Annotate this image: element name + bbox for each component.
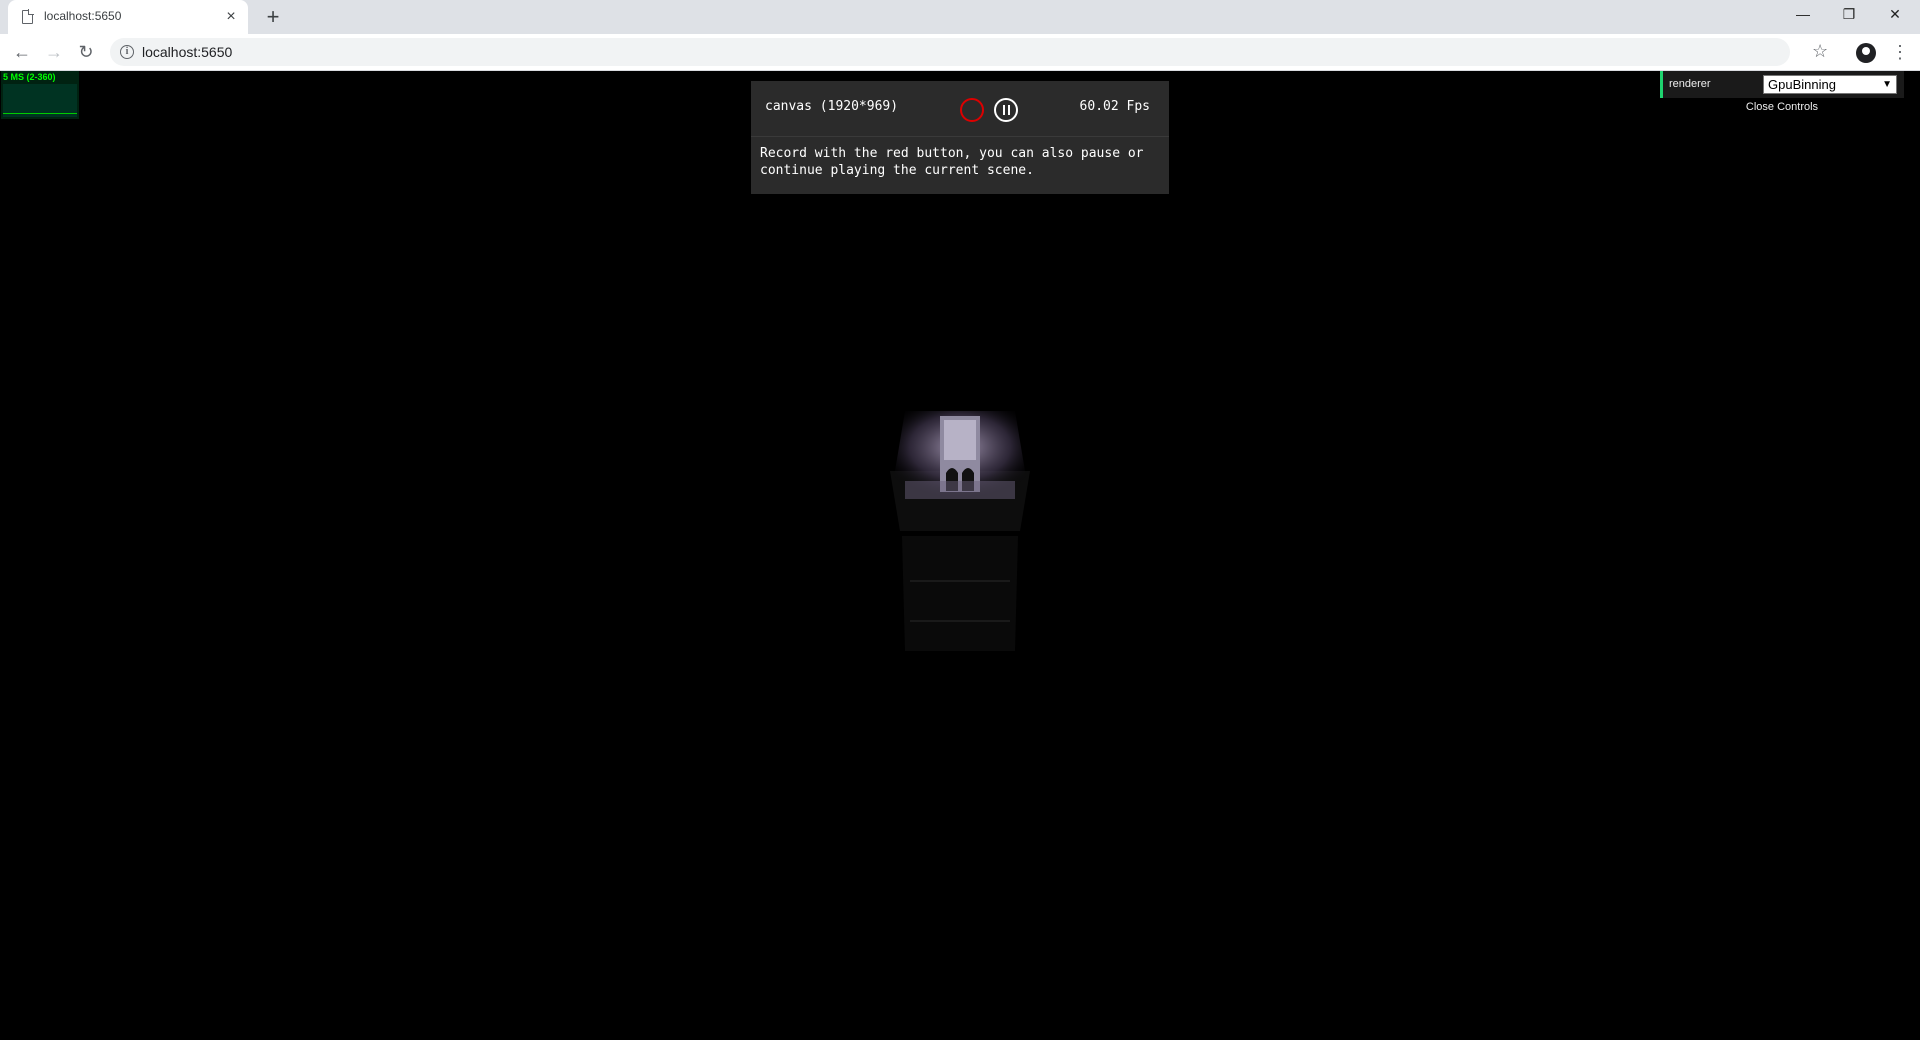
reload-button[interactable]: ↻: [72, 39, 100, 67]
stats-graph-line: [3, 113, 77, 114]
close-tab-icon[interactable]: ×: [222, 8, 240, 26]
minimize-button[interactable]: —: [1780, 0, 1826, 30]
bookmark-star-icon[interactable]: ☆: [1812, 41, 1828, 62]
close-controls-button[interactable]: Close Controls: [1660, 101, 1904, 113]
renderer-label: renderer: [1669, 78, 1711, 90]
fps-counter: 60.02 Fps: [1079, 99, 1150, 114]
browser-toolbar: ← → ↻ i localhost:5650 ☆ ⋮: [0, 34, 1920, 71]
renderer-selected-value: GpuBinning: [1768, 77, 1836, 92]
renderer-control-row: renderer GpuBinning ▼: [1660, 71, 1904, 98]
forward-button[interactable]: →: [40, 39, 68, 67]
page-icon: [22, 9, 34, 24]
browser-tab[interactable]: localhost:5650 ×: [8, 0, 248, 34]
controls-panel: renderer GpuBinning ▼ Close Controls: [1660, 71, 1904, 114]
canvas-size-label: canvas (1920*969): [765, 99, 899, 114]
back-button[interactable]: ←: [8, 39, 36, 67]
record-button[interactable]: [960, 98, 984, 122]
renderer-select[interactable]: GpuBinning ▼: [1763, 75, 1897, 94]
stats-graph: [3, 84, 77, 117]
scene-tower: [890, 411, 1030, 651]
profile-avatar-icon[interactable]: [1856, 43, 1876, 63]
stats-label: 5 MS (2-360): [3, 72, 56, 82]
site-info-icon[interactable]: i: [120, 45, 134, 59]
tab-strip: localhost:5650 × + — ❐ ✕: [0, 0, 1920, 34]
tab-title: localhost:5650: [44, 9, 122, 23]
stats-panel[interactable]: 5 MS (2-360): [1, 71, 79, 119]
webgl-canvas[interactable]: 5 MS (2-360) canvas (1920*969) 60.02 Fps…: [0, 71, 1920, 1040]
recorder-panel: canvas (1920*969) 60.02 Fps Record with …: [751, 81, 1169, 194]
window-close-button[interactable]: ✕: [1872, 0, 1918, 30]
address-bar[interactable]: i localhost:5650: [110, 38, 1790, 66]
chevron-down-icon: ▼: [1882, 79, 1892, 90]
pause-button[interactable]: [994, 98, 1018, 122]
url-text[interactable]: localhost:5650: [142, 44, 232, 60]
new-tab-button[interactable]: +: [260, 5, 286, 31]
recorder-header: canvas (1920*969) 60.02 Fps: [751, 81, 1169, 137]
restore-button[interactable]: ❐: [1826, 0, 1872, 30]
browser-menu-icon[interactable]: ⋮: [1890, 39, 1910, 67]
recorder-message: Record with the red button, you can also…: [760, 146, 1144, 178]
